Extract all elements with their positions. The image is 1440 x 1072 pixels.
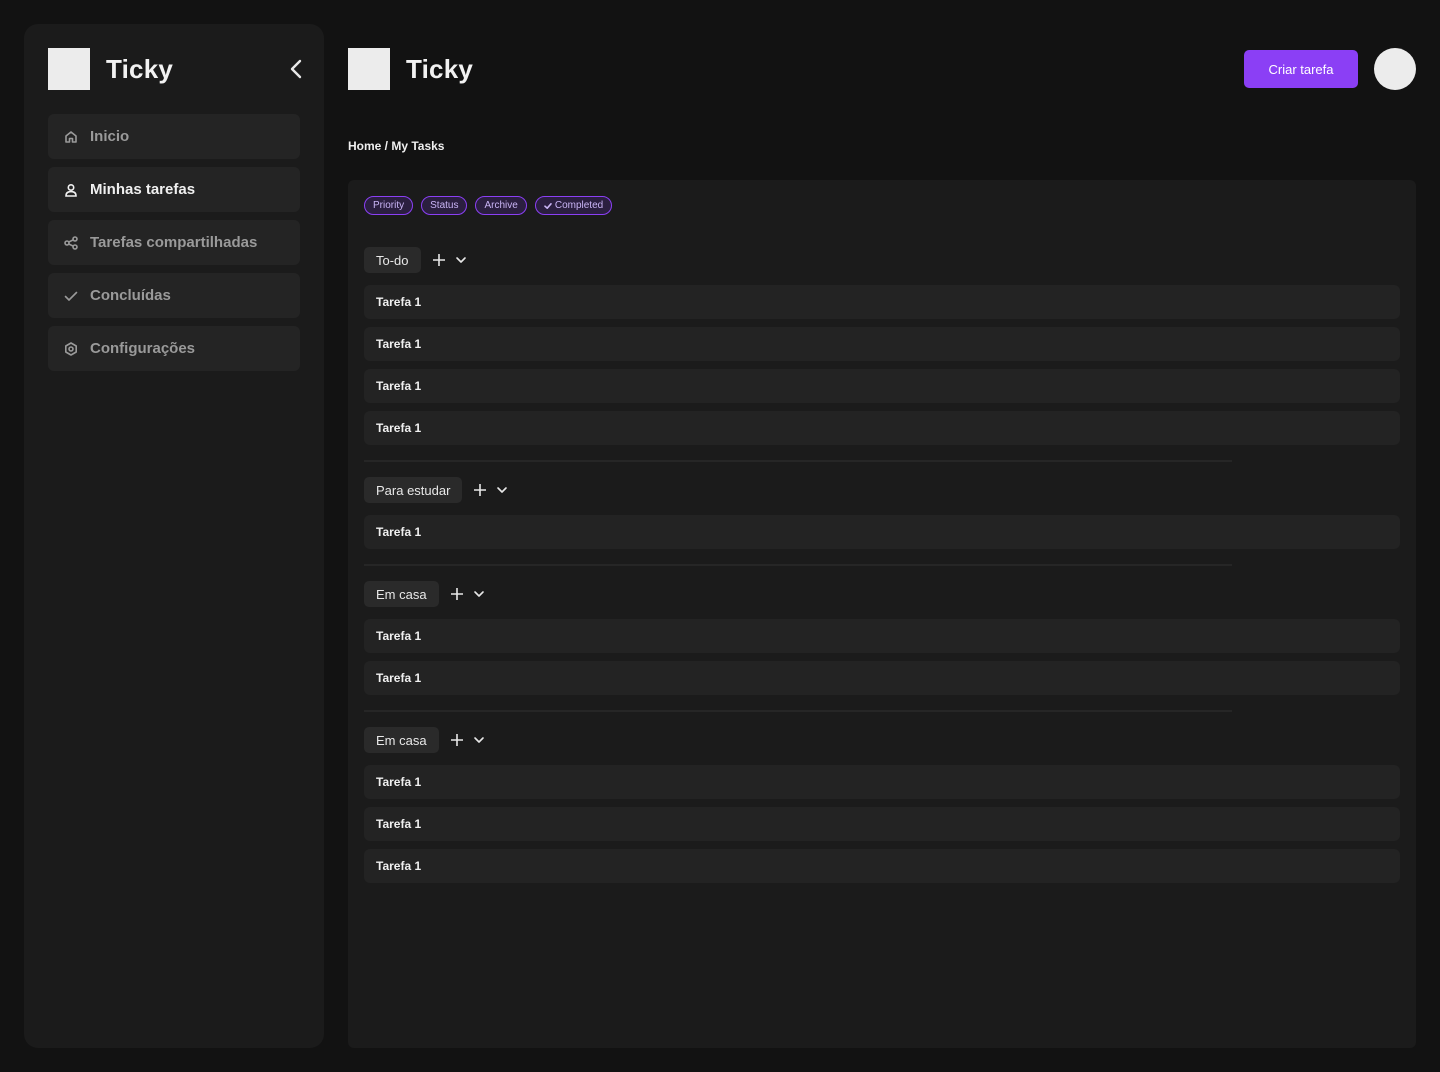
chevron-down-icon bbox=[497, 487, 508, 493]
sidebar: Ticky Inicio Minhas tarefas Tarefas comp… bbox=[24, 24, 324, 1048]
plus-icon bbox=[432, 254, 445, 266]
chevron-down-icon bbox=[473, 737, 484, 743]
task-item[interactable]: Tarefa 1 bbox=[364, 285, 1400, 319]
sidebar-item-configuracoes[interactable]: Configurações bbox=[48, 326, 300, 371]
group-label[interactable]: Em casa bbox=[364, 581, 439, 607]
task-board: Priority Status Archive Completed To-do … bbox=[348, 180, 1416, 1048]
group-label[interactable]: Em casa bbox=[364, 727, 439, 753]
sidebar-item-label: Tarefas compartilhadas bbox=[90, 234, 258, 251]
settings-icon bbox=[64, 341, 78, 356]
add-task-button[interactable] bbox=[449, 586, 465, 602]
divider bbox=[364, 460, 1232, 462]
group-label[interactable]: To-do bbox=[364, 247, 421, 273]
task-item[interactable]: Tarefa 1 bbox=[364, 807, 1400, 841]
divider bbox=[364, 710, 1232, 712]
task-item[interactable]: Tarefa 1 bbox=[364, 661, 1400, 695]
sidebar-item-tarefas-compartilhadas[interactable]: Tarefas compartilhadas bbox=[48, 220, 300, 265]
page-title: Ticky bbox=[406, 53, 474, 84]
app-name: Ticky bbox=[106, 53, 174, 84]
header-brand: Ticky bbox=[348, 48, 473, 90]
filter-chip-archive[interactable]: Archive bbox=[475, 196, 527, 215]
add-task-button[interactable] bbox=[449, 732, 465, 748]
breadcrumb: Home / My Tasks bbox=[348, 139, 445, 153]
divider bbox=[364, 564, 1232, 566]
check-icon bbox=[64, 289, 78, 303]
plus-icon bbox=[474, 484, 487, 496]
filter-chips: Priority Status Archive Completed bbox=[364, 196, 613, 215]
logo bbox=[48, 48, 90, 90]
sidebar-item-label: Configurações bbox=[90, 340, 196, 357]
add-task-button[interactable] bbox=[472, 482, 488, 498]
sidebar-item-label: Minhas tarefas bbox=[90, 181, 196, 198]
expand-group-button[interactable] bbox=[453, 252, 469, 268]
filter-chip-completed[interactable]: Completed bbox=[534, 196, 613, 215]
task-item[interactable]: Tarefa 1 bbox=[364, 515, 1400, 549]
expand-group-button[interactable] bbox=[494, 482, 510, 498]
share-icon bbox=[64, 235, 78, 250]
filter-chip-priority[interactable]: Priority bbox=[364, 196, 414, 215]
logo bbox=[348, 48, 390, 90]
chevron-down-icon bbox=[455, 257, 466, 263]
task-group-para-estudar: Para estudar Tarefa 1 bbox=[364, 477, 1400, 557]
task-group-todo: To-do Tarefa 1 Tarefa 1 Tarefa 1 Tarefa … bbox=[364, 247, 1400, 453]
home-icon bbox=[64, 130, 78, 144]
collapse-sidebar-button[interactable] bbox=[284, 57, 308, 81]
group-header: Em casa bbox=[364, 581, 1400, 607]
sidebar-item-label: Concluídas bbox=[90, 287, 171, 304]
user-icon bbox=[64, 183, 78, 197]
task-group-em-casa: Em casa Tarefa 1 Tarefa 1 bbox=[364, 581, 1400, 703]
chevron-left-icon bbox=[290, 59, 302, 79]
task-item[interactable]: Tarefa 1 bbox=[364, 849, 1400, 883]
chevron-down-icon bbox=[473, 591, 484, 597]
add-task-button[interactable] bbox=[431, 252, 447, 268]
sidebar-brand: Ticky bbox=[48, 48, 173, 90]
group-header: Para estudar bbox=[364, 477, 1400, 503]
plus-icon bbox=[450, 588, 463, 600]
task-item[interactable]: Tarefa 1 bbox=[364, 327, 1400, 361]
sidebar-item-label: Inicio bbox=[90, 128, 130, 145]
group-header: Em casa bbox=[364, 727, 1400, 753]
expand-group-button[interactable] bbox=[471, 586, 487, 602]
check-icon bbox=[544, 202, 552, 209]
task-item[interactable]: Tarefa 1 bbox=[364, 765, 1400, 799]
filter-chip-status[interactable]: Status bbox=[421, 196, 468, 215]
task-item[interactable]: Tarefa 1 bbox=[364, 411, 1400, 445]
avatar[interactable] bbox=[1374, 48, 1416, 90]
plus-icon bbox=[450, 734, 463, 746]
expand-group-button[interactable] bbox=[471, 732, 487, 748]
create-task-button[interactable]: Criar tarefa bbox=[1244, 50, 1358, 88]
task-item[interactable]: Tarefa 1 bbox=[364, 369, 1400, 403]
task-group-em-casa-2: Em casa Tarefa 1 Tarefa 1 Tarefa 1 bbox=[364, 727, 1400, 891]
sidebar-item-concluidas[interactable]: Concluídas bbox=[48, 273, 300, 318]
group-header: To-do bbox=[364, 247, 1400, 273]
group-label[interactable]: Para estudar bbox=[364, 477, 463, 503]
sidebar-item-minhas-tarefas[interactable]: Minhas tarefas bbox=[48, 167, 300, 212]
sidebar-nav: Inicio Minhas tarefas Tarefas compartilh… bbox=[48, 114, 300, 379]
sidebar-item-inicio[interactable]: Inicio bbox=[48, 114, 300, 159]
task-item[interactable]: Tarefa 1 bbox=[364, 619, 1400, 653]
